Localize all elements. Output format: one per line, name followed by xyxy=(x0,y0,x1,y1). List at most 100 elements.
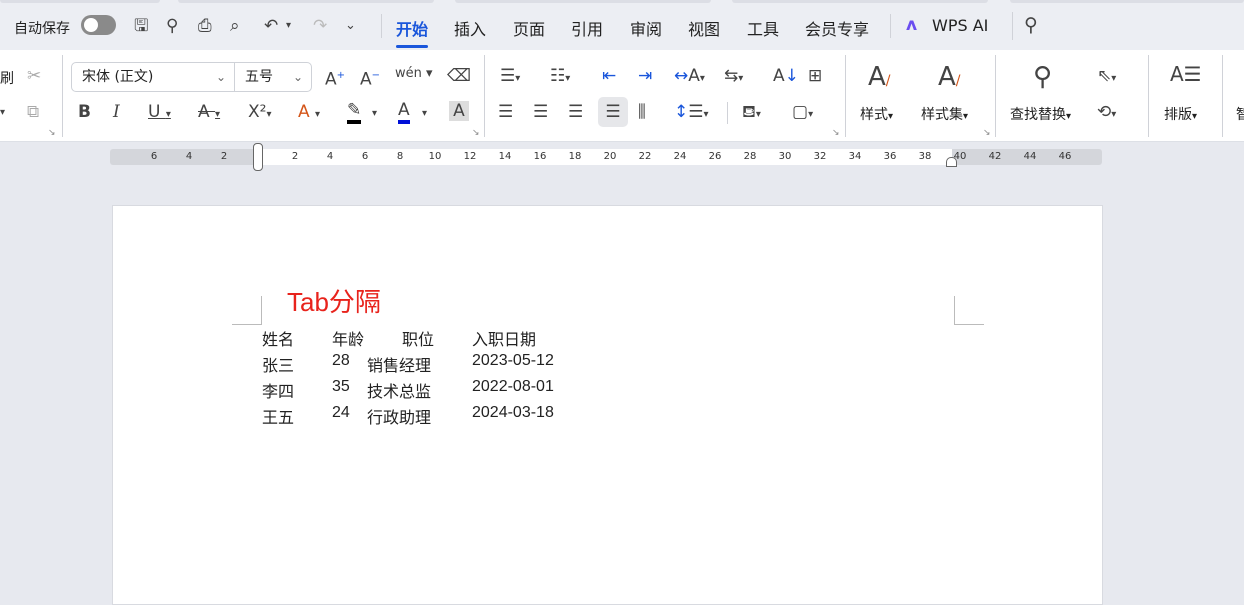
document-page[interactable]: Tab分隔 姓名 年龄 职位 入职日期 张三 28 销售经理 2023-05-12 李四 35 技术… xyxy=(112,205,1103,605)
font-launcher-icon[interactable]: ↘ xyxy=(472,128,480,138)
character-shading-icon[interactable]: A xyxy=(449,101,469,121)
layout-button[interactable]: 排版▾ xyxy=(1164,104,1197,124)
table-cell: 技术总监 xyxy=(367,382,432,401)
font-color-icon[interactable]: A xyxy=(398,100,410,124)
find-replace-button[interactable]: 查找替换▾ xyxy=(1010,104,1071,124)
text-effect-icon[interactable]: A ▾ xyxy=(298,102,320,125)
save-icon[interactable]: 🖫 xyxy=(134,16,148,36)
horizontal-ruler[interactable]: 6 4 2 2 4 6 8 10 12 14 16 18 20 22 24 26 28 30 32 34 36 38 40 4… xyxy=(110,143,1102,171)
style-label: 样式 xyxy=(860,107,888,123)
more-chevron-icon[interactable]: ⌄ xyxy=(345,16,356,36)
tab-page[interactable]: 页面 xyxy=(513,16,545,40)
increase-indent-icon[interactable]: ⇥ xyxy=(638,66,652,86)
superscript-icon[interactable]: X²▾ xyxy=(248,102,272,125)
redo-icon[interactable]: ↷ xyxy=(313,16,327,36)
tab-tools[interactable]: 工具 xyxy=(747,16,779,40)
style-set-icon[interactable]: A/ xyxy=(938,62,961,96)
grow-font-icon[interactable]: A+ xyxy=(325,66,345,90)
paste-dropdown-icon[interactable]: ▾ xyxy=(0,103,5,123)
ruler-tick-label: 4 xyxy=(326,151,334,162)
highlight-dropdown-icon[interactable]: ▾ xyxy=(372,104,377,124)
font-color-dropdown-icon[interactable]: ▾ xyxy=(422,104,427,124)
borders-icon[interactable]: ▢▾ xyxy=(792,102,813,125)
clear-format-icon[interactable]: ⌫ xyxy=(447,66,471,86)
shading-icon[interactable]: ⛾▾ xyxy=(742,102,761,125)
tab-references[interactable]: 引用 xyxy=(571,16,603,40)
align-left-icon[interactable]: ☰ xyxy=(498,102,513,122)
smart-button-cutoff[interactable]: 智 xyxy=(1236,104,1244,124)
indent-marker[interactable] xyxy=(253,143,263,171)
simplified-traditional-icon[interactable]: ⟲▾ xyxy=(1097,102,1116,125)
ruler-tick-label: 38 xyxy=(918,151,932,162)
document-heading: Tab分隔 xyxy=(287,287,381,317)
decrease-indent-icon[interactable]: ⇤ xyxy=(602,66,616,86)
table-cell: 2024-03-18 xyxy=(472,404,554,421)
layout-icon[interactable]: A☰ xyxy=(1170,64,1202,84)
convert-icon[interactable]: ⇆▾ xyxy=(724,66,743,89)
bold-icon[interactable]: B xyxy=(78,102,91,122)
sort-icon[interactable]: A↓ xyxy=(773,66,799,86)
title-bar: 自动保存 🖫 ⚲ ⎙ ⌕ ↶ ▾ ↷ ⌄ 开始 插入 页面 引用 审阅 视图 工具… xyxy=(0,0,1244,50)
tab-view[interactable]: 视图 xyxy=(688,16,720,40)
search-icon[interactable]: ⚲ xyxy=(1024,15,1038,35)
ruler-tick-label: 34 xyxy=(848,151,862,162)
print-preview-icon[interactable]: ⌕ xyxy=(230,16,240,36)
window-tab-strip xyxy=(0,0,1244,3)
paragraph-launcher-icon[interactable]: ↘ xyxy=(832,128,840,138)
style-set-button[interactable]: 样式集▾ xyxy=(921,104,968,124)
ruler-tick-label: 44 xyxy=(1023,151,1037,162)
share-link-icon[interactable]: ⚲ xyxy=(166,16,178,36)
font-size-select[interactable]: 五号 ⌄ xyxy=(234,62,312,92)
italic-icon[interactable]: I xyxy=(113,102,120,122)
clipboard-launcher-icon[interactable]: ↘ xyxy=(48,128,56,138)
margin-corner-tr xyxy=(954,324,984,325)
right-indent-marker[interactable] xyxy=(946,157,957,167)
margin-corner-tr xyxy=(954,296,955,325)
tab-wps-ai[interactable]: WPS AI xyxy=(932,16,988,35)
format-painter-button[interactable]: 刷 xyxy=(0,68,14,88)
wps-ai-logo-icon: ʌ xyxy=(906,15,918,35)
ruler-tick-label: 32 xyxy=(813,151,827,162)
shrink-font-icon[interactable]: A− xyxy=(360,66,380,90)
autosave-toggle[interactable] xyxy=(81,15,116,35)
undo-icon[interactable]: ↶ xyxy=(264,16,278,36)
table-cell: 2023-05-12 xyxy=(472,352,554,369)
highlight-icon[interactable]: ✎ xyxy=(347,100,362,124)
table-cell: 行政助理 xyxy=(367,408,432,427)
header-cell: 入职日期 xyxy=(472,330,537,349)
tab-insert[interactable]: 插入 xyxy=(454,16,486,40)
tab-member[interactable]: 会员专享 xyxy=(805,16,869,40)
tab-review[interactable]: 审阅 xyxy=(630,16,662,40)
chevron-down-icon: ⌄ xyxy=(215,70,226,84)
strikethrough-icon[interactable]: A ▾ xyxy=(198,102,220,125)
justify-icon[interactable]: ☰ xyxy=(598,97,628,127)
find-icon[interactable]: ⚲ xyxy=(1033,62,1052,92)
ruler-tick-label: 2 xyxy=(291,151,299,162)
font-size-value: 五号 xyxy=(245,69,273,85)
style-launcher-icon[interactable]: ↘ xyxy=(983,128,991,138)
style-icon[interactable]: A/ xyxy=(868,62,891,96)
undo-dropdown-icon[interactable]: ▾ xyxy=(286,16,291,36)
numbered-list-icon[interactable]: ☷▾ xyxy=(550,66,570,89)
text-direction-icon[interactable]: ↔A▾ xyxy=(674,66,705,89)
underline-icon[interactable]: U ▾ xyxy=(148,102,171,125)
tab-home[interactable]: 开始 xyxy=(396,16,429,48)
style-button[interactable]: 样式▾ xyxy=(860,104,893,124)
ruler-tick-label: 12 xyxy=(463,151,477,162)
ruler-tick-label: 2 xyxy=(220,151,228,162)
align-center-icon[interactable]: ☰ xyxy=(533,102,548,122)
line-spacing-icon[interactable]: ↕☰▾ xyxy=(674,102,709,125)
show-marks-icon[interactable]: ⊞ xyxy=(808,66,822,86)
font-name-select[interactable]: 宋体 (正文) ⌄ xyxy=(71,62,235,92)
copy-icon[interactable]: ⧉ xyxy=(27,102,39,122)
ruler-tick-label: 24 xyxy=(673,151,687,162)
bullet-list-icon[interactable]: ☰▾ xyxy=(500,66,520,89)
ruler-tick-label: 28 xyxy=(743,151,757,162)
pinyin-guide-icon[interactable]: wén ▾ xyxy=(395,64,433,84)
font-name-value: 宋体 (正文) xyxy=(82,69,154,85)
select-cursor-icon[interactable]: ⇖▾ xyxy=(1097,66,1116,89)
distributed-align-icon[interactable]: ⫼ xyxy=(638,102,646,122)
print-icon[interactable]: ⎙ xyxy=(198,16,212,36)
cut-icon[interactable]: ✂ xyxy=(27,66,41,86)
align-right-icon[interactable]: ☰ xyxy=(568,102,583,122)
